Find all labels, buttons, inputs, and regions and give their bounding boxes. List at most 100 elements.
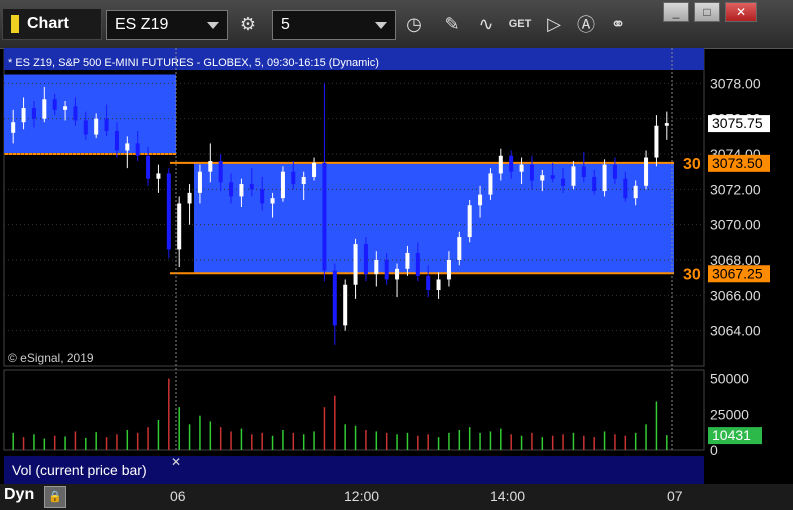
candle-body: [197, 171, 202, 193]
candle-body: [166, 173, 171, 250]
candle-body: [52, 99, 57, 110]
candle-body: [31, 108, 36, 119]
candle-body: [125, 143, 130, 151]
candle-body: [260, 189, 265, 204]
candle-body: [104, 118, 109, 132]
candle-body: [644, 157, 649, 186]
candle-body: [73, 106, 78, 121]
candle-body: [529, 164, 534, 181]
time-tick: 07: [667, 488, 683, 504]
candle-body: [509, 155, 514, 172]
candle-body: [592, 176, 597, 192]
app-title: Chart: [27, 15, 69, 32]
price-tick-label: 3072.00: [710, 181, 761, 197]
studies-icon[interactable]: ∿: [472, 10, 500, 38]
price-tick-label: 3064.00: [710, 323, 761, 339]
interval-select[interactable]: 5: [272, 10, 396, 40]
symbol-value: ES Z19: [115, 16, 169, 33]
candle-body: [239, 184, 244, 197]
candle-body: [540, 175, 545, 181]
candle-body: [229, 182, 234, 197]
chart-window-title: Chart: [2, 8, 102, 40]
candle-body: [633, 185, 638, 199]
candle-body: [353, 244, 358, 285]
play-icon[interactable]: ▷: [540, 10, 568, 38]
candle: [602, 159, 607, 197]
candle-body: [280, 171, 285, 199]
get-data-icon[interactable]: GET: [506, 10, 534, 38]
alert-icon[interactable]: Ⓐ: [572, 10, 600, 38]
candle-body: [457, 237, 462, 260]
candle-body: [291, 171, 296, 185]
level-price-label: 3073.50: [712, 155, 763, 171]
current-volume-label: 10431: [712, 427, 751, 443]
volume-tick-label: 50000: [710, 371, 749, 387]
candle-body: [135, 143, 140, 156]
candle-body: [42, 99, 47, 119]
chart-area[interactable]: 3078.003076.003074.003072.003070.003068.…: [0, 48, 793, 484]
candle-body: [395, 268, 400, 280]
candle-body: [467, 205, 472, 238]
candle-body: [426, 275, 431, 291]
candle-body: [488, 173, 493, 195]
time-tick: 06: [170, 488, 186, 504]
lock-icon[interactable]: 🔒: [44, 486, 66, 508]
price-tick-label: 3078.00: [710, 75, 761, 91]
time-tick: 14:00: [490, 488, 526, 504]
interval-value: 5: [281, 16, 290, 33]
candle-body: [519, 164, 524, 172]
candle-body: [374, 260, 379, 275]
restore-button[interactable]: □: [694, 2, 720, 22]
price-tick-label: 3070.00: [710, 217, 761, 233]
candle-body: [436, 279, 441, 291]
candle-body: [270, 198, 275, 204]
candle-body: [550, 175, 555, 179]
candle-body: [301, 176, 306, 185]
candle-body: [146, 155, 151, 179]
candle-body: [571, 166, 576, 186]
chevron-down-icon[interactable]: [375, 21, 387, 29]
prior-zone: [4, 74, 176, 154]
candle-body: [363, 244, 368, 275]
candle-body: [177, 203, 182, 250]
candle-body: [654, 125, 659, 158]
dynamic-label[interactable]: Dyn: [4, 486, 34, 504]
level-tag-label: 30: [683, 156, 701, 173]
candle: [166, 168, 171, 259]
candle-body: [218, 161, 223, 183]
candle-body: [208, 161, 213, 172]
link-icon[interactable]: ⚭: [604, 10, 632, 38]
volume-tick-label: 0: [710, 442, 718, 458]
level-price-label: 3067.25: [712, 265, 763, 281]
candle-body: [322, 162, 327, 271]
toolbar: Chart ES Z19 ⚙ 5 ◷ ✎ ∿ GET ▷ Ⓐ ⚭ _ □ ✕: [0, 0, 793, 49]
candle-body: [478, 194, 483, 206]
current-price-label: 3075.75: [712, 115, 763, 131]
candle-body: [612, 164, 617, 179]
candle-body: [156, 173, 161, 179]
minimize-button[interactable]: _: [663, 2, 689, 22]
clock-icon[interactable]: ◷: [400, 10, 428, 38]
symbol-select[interactable]: ES Z19: [106, 10, 228, 40]
pencil-icon[interactable]: ✎: [438, 10, 466, 38]
chevron-down-icon[interactable]: [207, 21, 219, 29]
candle-body: [602, 164, 607, 192]
volume-pane: [3, 369, 705, 451]
candle-body: [446, 260, 451, 280]
gear-icon[interactable]: ⚙: [234, 10, 262, 38]
candle-body: [11, 122, 16, 133]
candle-body: [114, 131, 119, 151]
candle-body: [561, 178, 566, 186]
candle-body: [498, 155, 503, 174]
candle-body: [664, 123, 669, 126]
close-icon[interactable]: ✕: [171, 455, 181, 469]
copyright-label: © eSignal, 2019: [8, 351, 94, 365]
candle-body: [63, 106, 68, 110]
candle-body: [343, 284, 348, 326]
close-button[interactable]: ✕: [725, 2, 757, 22]
candle-body: [415, 252, 420, 276]
candle-body: [384, 260, 389, 280]
volume-study-label[interactable]: Vol (current price bar): [4, 456, 180, 484]
candle: [467, 199, 472, 243]
candle-body: [249, 184, 254, 190]
